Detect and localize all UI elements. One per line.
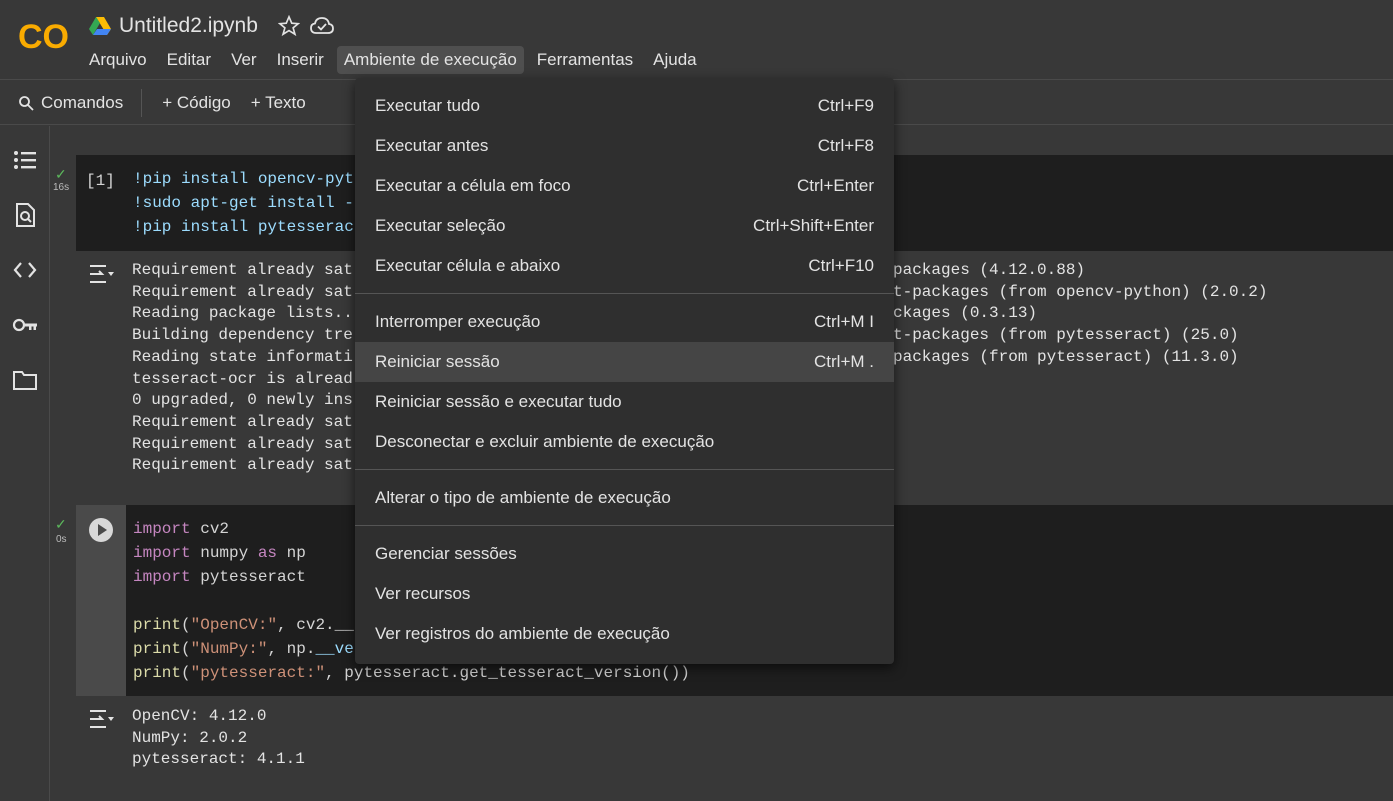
menu-item-disconnect-delete-runtime[interactable]: Desconectar e excluir ambiente de execuç… [355, 422, 894, 462]
menu-item-shortcut: Ctrl+M . [814, 352, 874, 371]
google-drive-icon[interactable] [89, 16, 111, 36]
menu-item-label: Gerenciar sessões [375, 544, 517, 563]
menu-arquivo[interactable]: Arquivo [82, 46, 154, 74]
output-line: Reading package lists.. [132, 304, 353, 323]
menu-item-label: Desconectar e excluir ambiente de execuç… [375, 432, 715, 451]
svg-text:CO: CO [18, 18, 69, 54]
output-line: Reading state informati [132, 347, 353, 366]
output-line: NumPy: 2.0.2 [132, 728, 248, 747]
menu-ver[interactable]: Ver [224, 46, 264, 74]
menu-item-run-after[interactable]: Executar célula e abaixo Ctrl+F10 [355, 246, 894, 286]
add-text-label: + Texto [250, 92, 306, 112]
search-icon [19, 95, 34, 111]
menu-item-shortcut: Ctrl+Shift+Enter [753, 216, 874, 235]
menu-ambiente-execucao[interactable]: Ambiente de execução [336, 46, 524, 74]
code-line: !pip install pytesserac [133, 218, 354, 236]
output-line: pytesseract: 4.1.1 [132, 750, 305, 769]
menu-item-label: Executar tudo [375, 96, 480, 115]
menu-item-run-before[interactable]: Executar antes Ctrl+F8 [355, 126, 894, 166]
menu-item-shortcut: Ctrl+F10 [808, 256, 874, 275]
output-line: Requirement already sat [132, 261, 353, 279]
menu-item-label: Executar célula e abaixo [375, 256, 561, 275]
menu-item-interrupt[interactable]: Interromper execução Ctrl+M I [355, 302, 894, 342]
output-line-tail: t-packages (from pytesseract) (25.0) [893, 326, 1239, 345]
add-text-button[interactable]: + Texto [251, 93, 306, 113]
output-line: Requirement already sat [132, 456, 353, 475]
code-line: !sudo apt-get install - [133, 194, 354, 212]
menu-item-shortcut: Ctrl+F9 [817, 96, 874, 115]
menu-inserir[interactable]: Inserir [270, 46, 331, 74]
commands-label: Comandos [41, 92, 124, 112]
menu-item-label: Ver registros do ambiente de execução [375, 624, 670, 643]
menu-ferramentas[interactable]: Ferramentas [530, 46, 640, 74]
menubar: Arquivo Editar Ver Inserir Ambiente de e… [82, 46, 710, 74]
menu-divider [355, 525, 894, 526]
code-line: print("pytesseract:", pytesseract.get_te… [133, 664, 690, 682]
menu-item-manage-sessions[interactable]: Gerenciar sessões [355, 534, 894, 574]
add-code-label: + Código [162, 92, 231, 112]
output-toggle-icon[interactable] [88, 707, 116, 731]
commands-button[interactable]: Comandos [18, 93, 123, 113]
cloud-saved-icon[interactable] [310, 15, 334, 37]
folder-icon[interactable] [12, 367, 38, 393]
menu-item-view-runtime-logs[interactable]: Ver registros do ambiente de execução [355, 614, 894, 654]
menu-divider [355, 293, 894, 294]
output-line-tail: packages (4.12.0.88) [893, 261, 1086, 279]
exec-time: 0s [56, 534, 67, 545]
menu-editar[interactable]: Editar [160, 46, 218, 74]
menu-item-restart-and-run-all[interactable]: Reiniciar sessão e executar tudo [355, 382, 894, 422]
output-line: OpenCV: 4.12.0 [132, 707, 267, 725]
output-line: 0 upgraded, 0 newly ins [132, 391, 353, 410]
star-icon[interactable] [277, 15, 300, 37]
menu-item-view-resources[interactable]: Ver recursos [355, 574, 894, 614]
output-line: Building dependency tre [132, 326, 353, 345]
output-cell-2: OpenCV: 4.12.0 NumPy: 2.0.2 pytesseract:… [76, 697, 1393, 785]
menu-item-label: Ver recursos [375, 584, 471, 603]
find-in-page-icon[interactable] [12, 202, 38, 228]
colab-logo[interactable]: CO [18, 18, 70, 54]
menu-item-restart-session[interactable]: Reiniciar sessão Ctrl+M . [355, 342, 894, 382]
menu-item-change-runtime-type[interactable]: Alterar o tipo de ambiente de execução [355, 478, 894, 518]
add-code-button[interactable]: + Código [162, 93, 231, 113]
menu-divider [355, 469, 894, 470]
header: CO Untitled2.ipynb Arquivo Editar Ver In… [0, 0, 1393, 80]
code-snippets-icon[interactable] [12, 257, 38, 283]
menu-item-label: Executar a célula em foco [375, 176, 571, 195]
menu-item-label: Reiniciar sessão [375, 352, 500, 371]
output-line-tail: ckages (0.3.13) [893, 304, 1038, 323]
exec-success-icon: ✓ [55, 516, 67, 532]
output-line: Requirement already sat [132, 412, 353, 431]
menu-item-run-focused-cell[interactable]: Executar a célula em foco Ctrl+Enter [355, 166, 894, 206]
output-line-tail: packages (from pytesseract) (11.3.0) [893, 347, 1239, 366]
output-line: Requirement already sat [132, 282, 353, 301]
code-line: !pip install opencv-pyt [133, 170, 354, 188]
key-secrets-icon[interactable] [12, 312, 38, 338]
menu-item-label: Reiniciar sessão e executar tudo [375, 392, 622, 411]
runtime-menu-dropdown: Executar tudo Ctrl+F9 Executar antes Ctr… [355, 78, 894, 664]
output-line: tesseract-ocr is alread [132, 369, 353, 388]
output-line-tail: t-packages (from opencv-python) (2.0.2) [893, 282, 1268, 301]
menu-item-shortcut: Ctrl+M I [814, 312, 874, 331]
output-toggle-icon[interactable] [88, 262, 116, 286]
output-line: Requirement already sat [132, 434, 353, 453]
exec-success-icon: ✓ [55, 166, 67, 182]
menu-item-run-selection[interactable]: Executar seleção Ctrl+Shift+Enter [355, 206, 894, 246]
menu-item-label: Executar antes [375, 136, 489, 155]
menu-item-label: Alterar o tipo de ambiente de execução [375, 488, 671, 507]
menu-item-label: Interromper execução [375, 312, 541, 331]
menu-item-run-all[interactable]: Executar tudo Ctrl+F9 [355, 86, 894, 126]
exec-count: [1] [86, 172, 115, 190]
run-cell-button[interactable] [88, 517, 114, 543]
notebook-title[interactable]: Untitled2.ipynb [119, 14, 258, 38]
table-of-contents-icon[interactable] [12, 147, 38, 173]
left-sidebar [0, 126, 50, 801]
menu-ajuda[interactable]: Ajuda [646, 46, 703, 74]
exec-time: 16s [53, 182, 70, 193]
menu-item-label: Executar seleção [375, 216, 506, 235]
toolbar-divider [141, 88, 143, 117]
menu-item-shortcut: Ctrl+F8 [817, 136, 874, 155]
menu-item-shortcut: Ctrl+Enter [797, 176, 874, 195]
